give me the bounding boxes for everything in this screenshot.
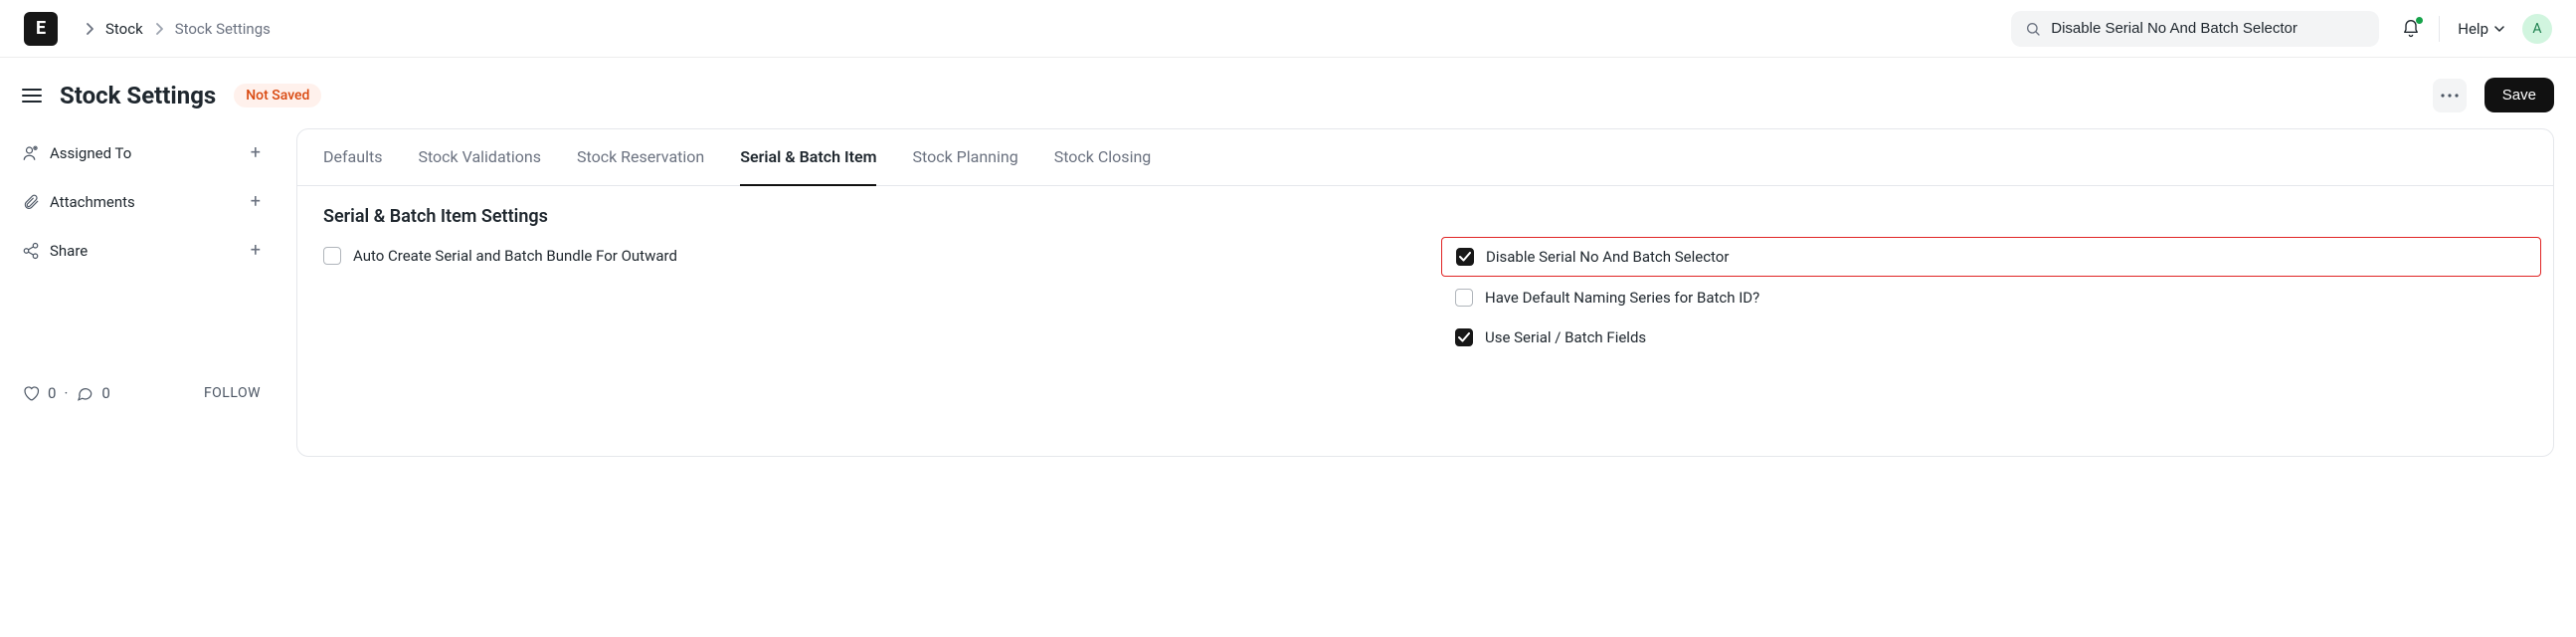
left-sidebar: Assigned To + Attachments + Share + xyxy=(22,128,261,457)
section-title: Serial & Batch Item Settings xyxy=(297,186,2553,237)
chevron-down-icon xyxy=(2494,26,2504,32)
add-share-button[interactable]: + xyxy=(251,240,261,261)
highlighted-field: Disable Serial No And Batch Selector xyxy=(1441,237,2541,277)
top-header: E Stock Stock Settings Help A xyxy=(0,0,2576,58)
dot-separator: · xyxy=(64,384,68,402)
sidebar-item-share[interactable]: Share + xyxy=(22,226,261,275)
help-menu[interactable]: Help xyxy=(2458,20,2504,38)
chevron-right-icon xyxy=(155,23,163,35)
tab-stock-planning[interactable]: Stock Planning xyxy=(912,129,1017,185)
checkbox-use-serial-batch-fields[interactable]: Use Serial / Batch Fields xyxy=(1455,328,2527,346)
tab-serial-batch-item[interactable]: Serial & Batch Item xyxy=(740,129,876,186)
sidebar-item-label: Share xyxy=(50,242,88,260)
divider xyxy=(2439,16,2440,42)
sidebar-item-attachments[interactable]: Attachments + xyxy=(22,177,261,226)
save-button[interactable]: Save xyxy=(2484,78,2554,112)
checkbox-input[interactable] xyxy=(1455,289,1473,307)
main-panel: Defaults Stock Validations Stock Reserva… xyxy=(296,128,2554,457)
chevron-right-icon xyxy=(86,23,93,35)
breadcrumb-current: Stock Settings xyxy=(175,20,271,38)
breadcrumb-parent[interactable]: Stock xyxy=(105,20,143,38)
tab-stock-validations[interactable]: Stock Validations xyxy=(418,129,541,185)
checkbox-input[interactable] xyxy=(1455,328,1473,346)
checkbox-label: Auto Create Serial and Batch Bundle For … xyxy=(353,247,677,265)
page-title: Stock Settings xyxy=(60,82,216,109)
checkbox-auto-create-bundle[interactable]: Auto Create Serial and Batch Bundle For … xyxy=(323,247,1395,265)
form-column-left: Auto Create Serial and Batch Bundle For … xyxy=(323,247,1395,346)
add-attachment-button[interactable]: + xyxy=(251,191,261,212)
form-column-right: Disable Serial No And Batch Selector Hav… xyxy=(1455,247,2527,346)
checkbox-default-naming-series[interactable]: Have Default Naming Series for Batch ID? xyxy=(1455,289,2527,307)
tab-stock-closing[interactable]: Stock Closing xyxy=(1054,129,1152,185)
checkbox-input[interactable] xyxy=(323,247,341,265)
avatar-initial: A xyxy=(2532,21,2541,37)
search-input[interactable] xyxy=(2051,20,2365,37)
sidebar-item-assigned-to[interactable]: Assigned To + xyxy=(22,128,261,177)
comments-count: 0 xyxy=(101,384,109,402)
notifications-icon[interactable] xyxy=(2401,19,2421,39)
paperclip-icon xyxy=(22,193,40,211)
search-bar[interactable] xyxy=(2011,11,2379,47)
notification-dot xyxy=(2416,17,2423,24)
search-icon xyxy=(2025,21,2041,37)
user-plus-icon xyxy=(22,144,40,162)
breadcrumb: Stock Stock Settings xyxy=(86,20,271,38)
user-avatar[interactable]: A xyxy=(2522,14,2552,44)
status-badge: Not Saved xyxy=(234,84,321,107)
checkbox-disable-serial-batch-selector[interactable]: Disable Serial No And Batch Selector xyxy=(1456,248,1729,266)
sidebar-item-label: Attachments xyxy=(50,193,135,211)
tab-stock-reservation[interactable]: Stock Reservation xyxy=(577,129,704,185)
tabs-bar: Defaults Stock Validations Stock Reserva… xyxy=(297,129,2553,186)
checkbox-label: Have Default Naming Series for Batch ID? xyxy=(1485,289,1759,307)
checkbox-label: Disable Serial No And Batch Selector xyxy=(1486,248,1729,266)
logo-char: E xyxy=(36,18,46,39)
tab-defaults[interactable]: Defaults xyxy=(323,129,382,185)
checkbox-input[interactable] xyxy=(1456,248,1474,266)
comment-icon[interactable] xyxy=(76,384,93,402)
heart-icon[interactable] xyxy=(22,384,40,402)
add-assignee-button[interactable]: + xyxy=(251,142,261,163)
more-actions-button[interactable] xyxy=(2433,79,2467,112)
share-icon xyxy=(22,242,40,260)
form-grid: Auto Create Serial and Batch Bundle For … xyxy=(297,237,2553,376)
sidebar-item-label: Assigned To xyxy=(50,144,131,162)
follow-button[interactable]: FOLLOW xyxy=(204,385,261,401)
help-label: Help xyxy=(2458,20,2488,38)
titlebar: Stock Settings Not Saved Save xyxy=(0,58,2576,124)
app-logo[interactable]: E xyxy=(24,12,58,46)
sidebar-toggle-icon[interactable] xyxy=(22,89,42,103)
likes-count: 0 xyxy=(48,384,56,402)
checkbox-label: Use Serial / Batch Fields xyxy=(1485,328,1646,346)
